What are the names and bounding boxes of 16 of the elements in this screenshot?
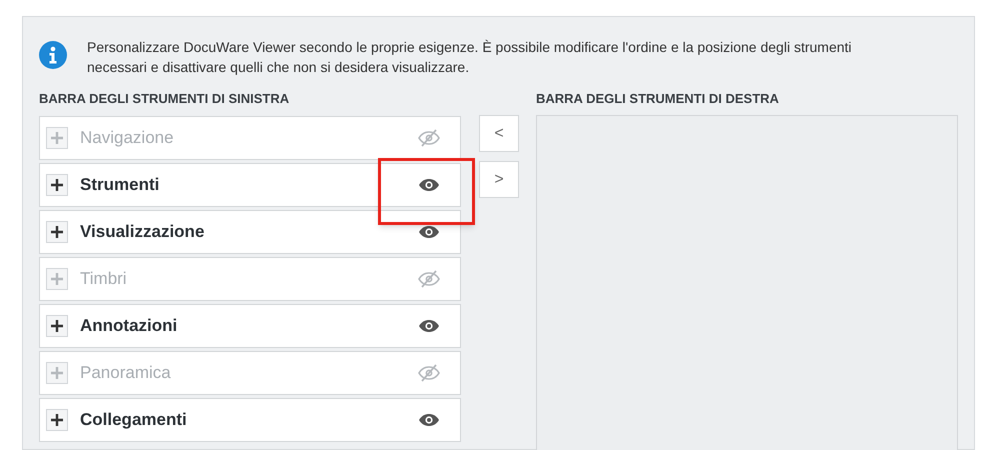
item-label: Panoramica bbox=[80, 362, 172, 384]
item-label: Annotazioni bbox=[80, 315, 178, 338]
item-label: Strumenti bbox=[80, 174, 160, 196]
info-text: Personalizzare DocuWare Viewer secondo le proprie esigenze. È possibile modificare l'ordine e la posizione degli strumenti necessari e disattivare quelli che non si desidera visualizzare. bbox=[87, 38, 853, 77]
toolbar-item[interactable]: Visualizzazione bbox=[39, 210, 461, 254]
item-label: Collegamenti bbox=[80, 409, 188, 432]
move-button[interactable]: < bbox=[479, 115, 519, 152]
move-button[interactable]: > bbox=[479, 161, 519, 198]
section-heading: BARRA DEGLI STRUMENTI DI DESTRA bbox=[536, 90, 780, 108]
item-label: Visualizzazione bbox=[80, 221, 206, 244]
toolbar-item[interactable]: Collegamenti bbox=[39, 398, 461, 442]
item-label: Navigazione bbox=[80, 127, 175, 150]
toolbar-item[interactable]: Strumenti bbox=[39, 163, 461, 207]
section-heading: BARRA DEGLI STRUMENTI DI SINISTRA bbox=[39, 90, 290, 108]
item-label: Timbri bbox=[80, 268, 128, 290]
toolbar-item[interactable]: Annotazioni bbox=[39, 304, 461, 348]
